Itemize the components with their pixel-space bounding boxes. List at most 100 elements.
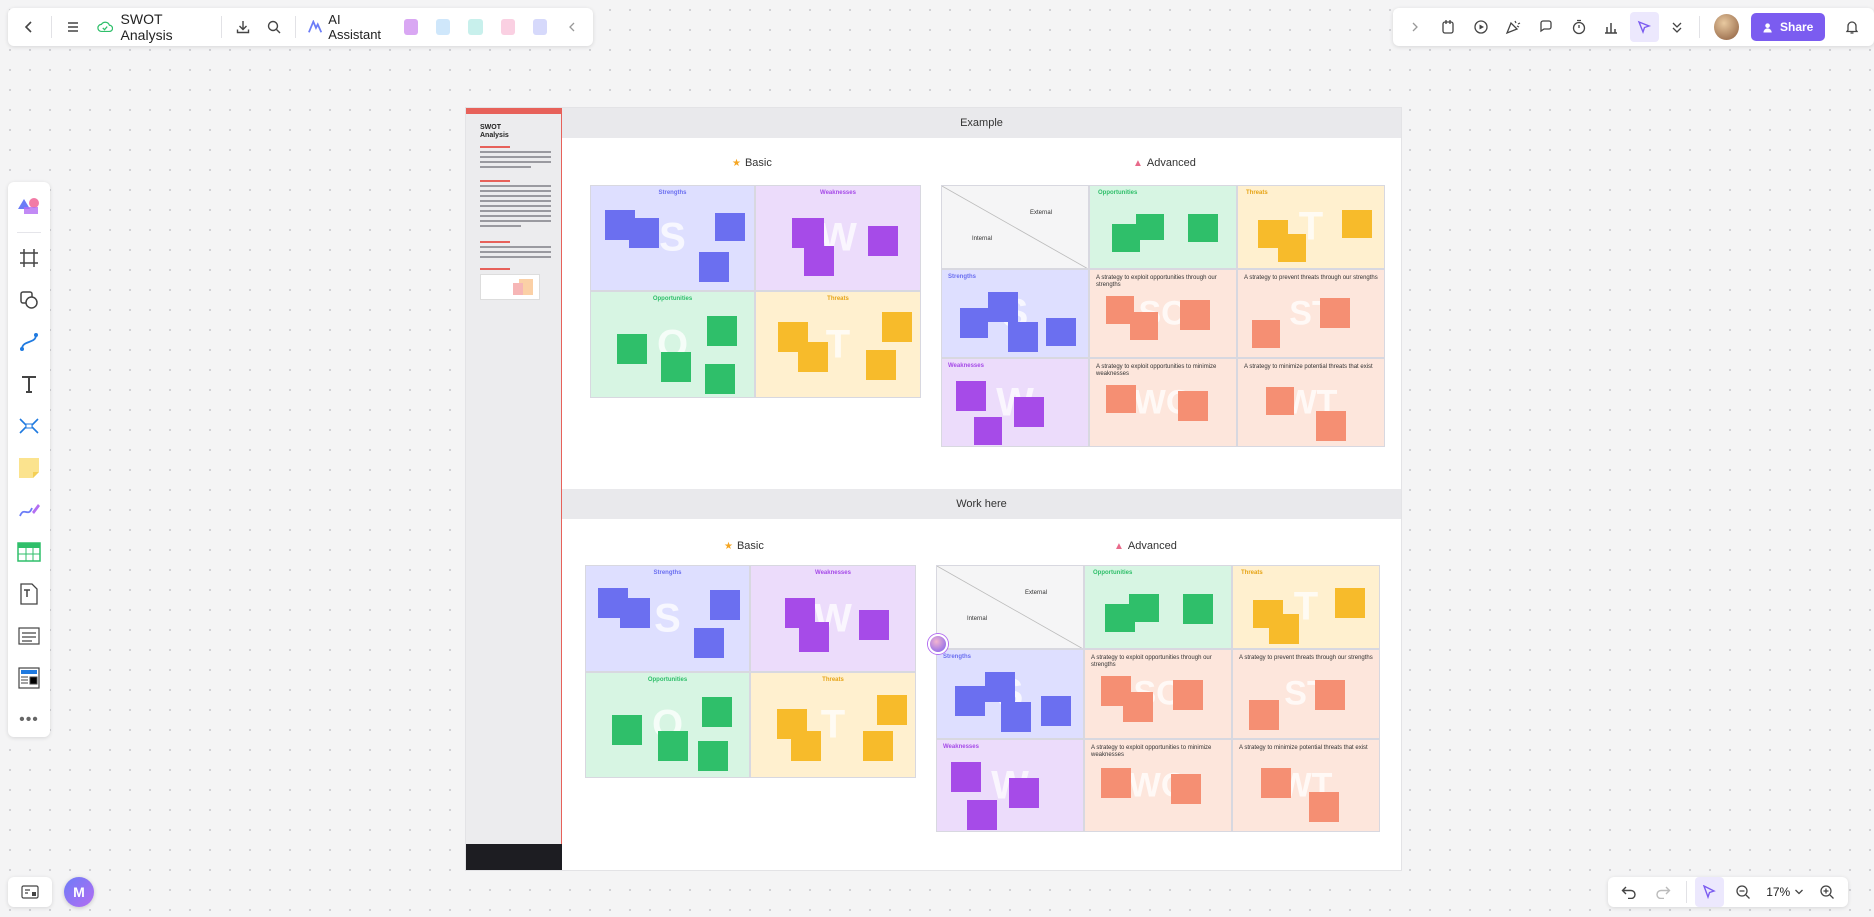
vote-icon[interactable] (1597, 12, 1626, 42)
sticky-note[interactable] (1249, 700, 1279, 730)
sticky-note[interactable] (1046, 318, 1076, 346)
sticky-note[interactable] (707, 316, 737, 346)
mindmap-icon[interactable] (14, 409, 44, 443)
sticky-note[interactable] (1009, 778, 1039, 808)
chat-app-icon[interactable] (532, 19, 548, 35)
sticky-note[interactable] (1129, 594, 1159, 622)
sticky-note[interactable] (985, 672, 1015, 702)
zoom-in-icon[interactable] (1812, 877, 1842, 907)
user-avatar[interactable] (1714, 14, 1739, 40)
comment-icon[interactable] (1532, 12, 1561, 42)
swot-instructions-panel[interactable]: SWOT Analysis (466, 108, 562, 870)
sticky-note[interactable] (791, 731, 821, 761)
sticky-note[interactable] (1173, 680, 1203, 710)
sticky-note-icon[interactable] (14, 451, 44, 485)
sticky-note[interactable] (1130, 312, 1158, 340)
image-app-icon[interactable] (403, 19, 418, 35)
sticky-note[interactable] (974, 417, 1002, 445)
so-strategy-cell[interactable]: A strategy to exploit opportunities thro… (1084, 649, 1232, 739)
sticky-note[interactable] (612, 715, 642, 745)
template-icon[interactable] (1434, 12, 1463, 42)
more-chevrons-icon[interactable] (1663, 12, 1692, 42)
zoom-level-dropdown[interactable]: 17% (1762, 885, 1808, 899)
sticky-note[interactable] (967, 800, 997, 830)
shapes-icon[interactable] (14, 283, 44, 317)
timer-icon[interactable] (1564, 12, 1593, 42)
sticky-note[interactable] (1266, 387, 1294, 415)
sticky-note[interactable] (882, 312, 912, 342)
sticky-note[interactable] (705, 364, 735, 394)
sticky-note[interactable] (877, 695, 907, 725)
sticky-note[interactable] (1261, 768, 1291, 798)
sticky-note[interactable] (698, 741, 728, 771)
sticky-note[interactable] (694, 628, 724, 658)
table-icon[interactable] (14, 535, 44, 569)
sticky-note[interactable] (1335, 588, 1365, 618)
strengths-row-cell[interactable]: Strengths S (941, 269, 1089, 358)
sticky-note[interactable] (863, 731, 893, 761)
threats-header-cell[interactable]: Threats T (1232, 565, 1380, 649)
sticky-note[interactable] (804, 246, 834, 276)
sticky-note[interactable] (1269, 614, 1299, 644)
redo-icon[interactable] (1648, 877, 1678, 907)
templates-icon[interactable] (14, 190, 44, 224)
select-tool-icon[interactable] (1694, 877, 1725, 907)
sticky-note[interactable] (629, 218, 659, 248)
wt-strategy-cell[interactable]: A strategy to minimize potential threats… (1237, 358, 1385, 447)
sticky-note[interactable] (1252, 320, 1280, 348)
opportunities-quadrant[interactable]: Opportunities O (590, 291, 755, 398)
weaknesses-row-cell[interactable]: Weaknesses W (941, 358, 1089, 447)
sticky-note[interactable] (1106, 385, 1136, 413)
strengths-quadrant[interactable]: Strengths S (585, 565, 750, 672)
expand-chevron-icon[interactable] (1401, 12, 1430, 42)
document-title[interactable]: SWOT Analysis (91, 11, 213, 43)
sticky-note[interactable] (1101, 768, 1131, 798)
sticky-note[interactable] (951, 762, 981, 792)
sticky-note[interactable] (868, 226, 898, 256)
wt-strategy-cell[interactable]: A strategy to minimize potential threats… (1232, 739, 1380, 832)
sticky-note[interactable] (1180, 300, 1210, 330)
flowchart-app-icon[interactable] (468, 19, 483, 35)
layout-icon[interactable] (14, 661, 44, 695)
more-tools-icon[interactable]: ••• (14, 703, 44, 737)
sticky-note[interactable] (960, 308, 988, 338)
ai-assistant-button[interactable]: AI Assistant (304, 12, 392, 42)
sticky-note[interactable] (617, 334, 647, 364)
sticky-note[interactable] (1001, 702, 1031, 732)
weaknesses-row-cell[interactable]: Weaknesses W (936, 739, 1084, 832)
list-icon[interactable] (14, 619, 44, 653)
sticky-note[interactable] (1008, 322, 1038, 352)
wo-strategy-cell[interactable]: A strategy to exploit opportunities to m… (1089, 358, 1237, 447)
present-icon[interactable] (1466, 12, 1495, 42)
presentation-app-icon[interactable] (435, 19, 451, 35)
sticky-note[interactable] (1183, 594, 1213, 624)
sticky-note[interactable] (1123, 692, 1153, 722)
sticky-note[interactable] (1320, 298, 1350, 328)
sticky-note[interactable] (715, 213, 745, 241)
strengths-quadrant[interactable]: Strengths S (590, 185, 755, 291)
wo-strategy-cell[interactable]: A strategy to exploit opportunities to m… (1084, 739, 1232, 832)
sticky-note[interactable] (1014, 397, 1044, 427)
example-advanced-swot-grid[interactable]: External Internal Opportunities Threats … (941, 185, 1385, 447)
cursor-follow-icon[interactable] (1629, 12, 1659, 42)
threats-quadrant[interactable]: Threats T (755, 291, 921, 398)
weaknesses-quadrant[interactable]: Weaknesses W (750, 565, 916, 672)
sticky-note[interactable] (702, 697, 732, 727)
ai-chat-bubble[interactable]: M (64, 877, 94, 907)
menu-icon[interactable] (60, 12, 87, 42)
zoom-out-icon[interactable] (1728, 877, 1758, 907)
sticky-note[interactable] (1171, 774, 1201, 804)
undo-icon[interactable] (1614, 877, 1644, 907)
sticky-note[interactable] (1178, 391, 1208, 421)
sticky-note[interactable] (1188, 214, 1218, 242)
sticky-note[interactable] (1315, 680, 1345, 710)
download-icon[interactable] (230, 12, 257, 42)
sticky-note[interactable] (799, 622, 829, 652)
threats-header-cell[interactable]: Threats T (1237, 185, 1385, 269)
pen-icon[interactable] (14, 493, 44, 527)
text-document-icon[interactable] (14, 577, 44, 611)
celebrate-icon[interactable] (1499, 12, 1528, 42)
strengths-row-cell[interactable]: Strengths S (936, 649, 1084, 739)
sticky-note[interactable] (1309, 792, 1339, 822)
sticky-note[interactable] (710, 590, 740, 620)
